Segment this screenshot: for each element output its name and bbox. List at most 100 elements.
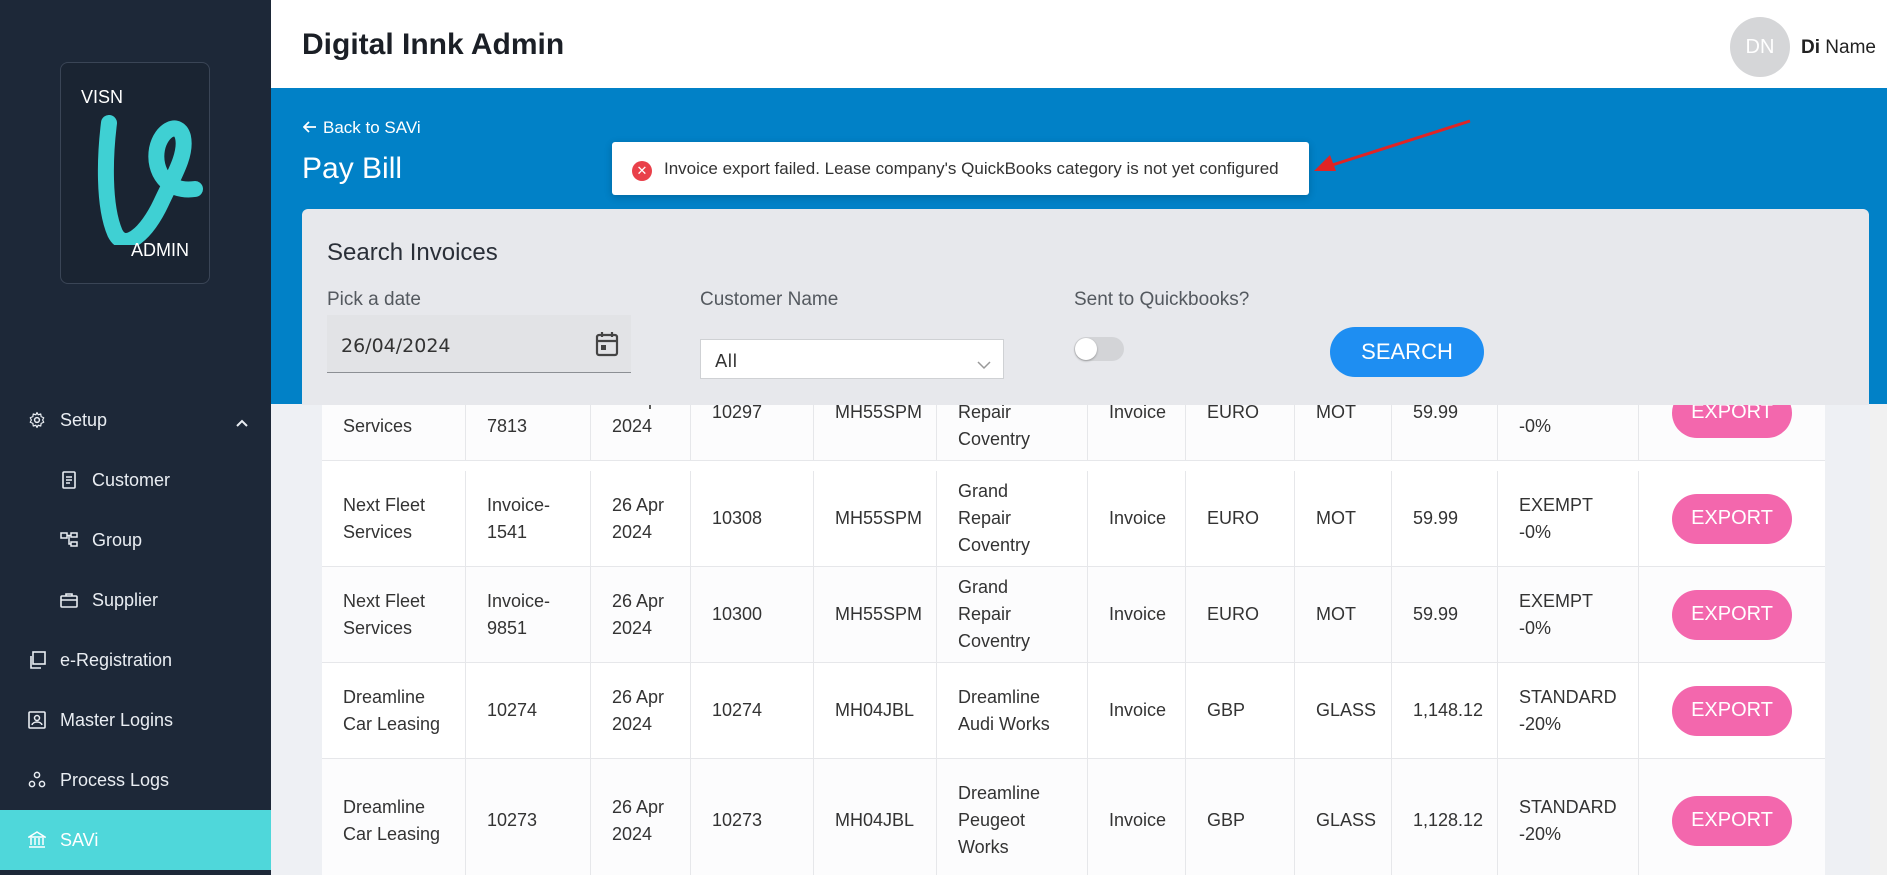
- cell-text: Grand Repair Coventry: [958, 577, 1031, 651]
- table-cell-customer: Dreamline Car Leasing: [322, 759, 466, 875]
- table-cell-type: Invoice: [1088, 567, 1186, 662]
- table-cell-supplier: Grand Repair Coventry: [937, 471, 1088, 566]
- sidebar-item-process-logs[interactable]: Process Logs: [0, 750, 271, 810]
- sent-to-quickbooks-toggle[interactable]: [1074, 337, 1124, 361]
- cell-text: 10274: [487, 700, 538, 720]
- table-row: Dreamline Car Leasing 10274 26 Apr 2024 102…: [322, 663, 1825, 759]
- cell-text: Invoice-1541: [487, 494, 551, 542]
- cell-text: Dreamline Audi Works: [958, 686, 1050, 734]
- chevron-down-icon: [977, 354, 991, 375]
- sidebar-item-savi[interactable]: SAVi: [0, 810, 271, 870]
- table-cell-currency: GBP: [1186, 759, 1295, 875]
- sidebar-item-master-logins[interactable]: Master Logins: [0, 690, 271, 750]
- table-cell-vat: EXEMPT -0%: [1498, 567, 1639, 662]
- table-cell-reg: MH55SPM: [814, 405, 937, 460]
- cell-text: 59.99: [1413, 604, 1459, 624]
- back-link-label: Back to SAVi: [323, 118, 421, 137]
- table-cell-invoice: 10273: [466, 759, 591, 875]
- table-cell-type: Invoice: [1088, 471, 1186, 566]
- sidebar-item-setup[interactable]: Setup: [0, 390, 271, 450]
- cell-text: STANDARD -20%: [1519, 796, 1617, 844]
- cell-text: MOT: [1316, 405, 1356, 422]
- sidebar-item-label: Master Logins: [60, 709, 174, 730]
- table-cell-action: EXPORT: [1639, 471, 1825, 566]
- sidebar-item-label: Setup: [60, 409, 108, 430]
- sidebar-item-label: SAVi: [60, 829, 99, 850]
- table-cell-category: MOT: [1295, 471, 1392, 566]
- sidebar-item-supplier[interactable]: Supplier: [0, 570, 271, 630]
- table-cell-amount: 1,148.12: [1392, 663, 1498, 758]
- table-cell-customer: Dreamline Car Leasing: [322, 663, 466, 758]
- table-cell-reg: MH55SPM: [814, 471, 937, 566]
- export-button[interactable]: EXPORT: [1672, 795, 1792, 846]
- hierarchy-icon: [60, 531, 78, 549]
- search-panel: Search Invoices Pick a date 26/04/2024 C…: [302, 209, 1869, 405]
- export-button[interactable]: EXPORT: [1672, 589, 1792, 640]
- cell-text: 1,148.12: [1413, 700, 1484, 720]
- table-row: Next Fleet Services Invoice-1541 26 Apr 20…: [322, 471, 1825, 567]
- sent-label: Sent to Quickbooks?: [1074, 289, 1250, 310]
- table-cell-currency: GBP: [1186, 663, 1295, 758]
- table-cell-reg: MH04JBL: [814, 663, 937, 758]
- sidebar-item-group[interactable]: Group: [0, 510, 271, 570]
- sidebar-item-partial[interactable]: S: [0, 870, 271, 875]
- cell-text: 26 Apr 2024: [612, 494, 665, 542]
- app-title: Digital Innk Admin: [302, 28, 565, 61]
- cell-text: 10274: [712, 700, 763, 720]
- table-cell-date: 26 Apr 2024: [591, 567, 691, 662]
- table-cell-category: MOT: [1295, 567, 1392, 662]
- table-cell-supplier: Dreamline Peugeot Works: [937, 759, 1088, 875]
- back-link[interactable]: Back to SAVi: [302, 118, 421, 138]
- sidebar-item-e-registration[interactable]: e-Registration: [0, 630, 271, 690]
- table-cell-number: 10297: [691, 405, 814, 460]
- chevron-up-icon[interactable]: [235, 412, 249, 433]
- sidebar-item-label: Group: [92, 529, 143, 550]
- table-cell-category: MOT: [1295, 405, 1392, 460]
- user-name[interactable]: Di Name: [1801, 37, 1876, 59]
- table-cell-reg: MH55SPM: [814, 567, 937, 662]
- top-header: Digital Innk Admin DN Di Name: [271, 0, 1887, 88]
- table-cell-reg: MH04JBL: [814, 759, 937, 875]
- customer-label: Customer Name: [700, 289, 839, 310]
- table-cell-customer: Next Fleet Services: [322, 567, 466, 662]
- table-row: Dreamline Car Leasing 10273 26 Apr 2024 102…: [322, 759, 1825, 875]
- table-cell-number: 10273: [691, 759, 814, 875]
- toggle-knob: [1075, 338, 1097, 360]
- login-card-icon: [28, 711, 46, 729]
- customer-select-value: All: [715, 351, 738, 372]
- export-button[interactable]: EXPORT: [1672, 685, 1792, 736]
- cell-text: Invoice-9851: [487, 590, 551, 638]
- cell-text: Next Fleet Services: [343, 590, 426, 638]
- export-button[interactable]: EXPORT: [1672, 405, 1792, 438]
- table-cell-invoice: 10274: [466, 663, 591, 758]
- avatar[interactable]: DN: [1730, 17, 1790, 77]
- cell-text: Next Fleet Services: [343, 405, 425, 436]
- export-button[interactable]: EXPORT: [1672, 493, 1792, 544]
- table-cell-vat: EXEMPT -0%: [1498, 405, 1639, 460]
- table-cell-invoice: Invoice-7813: [466, 405, 591, 460]
- date-picker-input[interactable]: 26/04/2024: [327, 315, 631, 373]
- bank-icon: [28, 831, 46, 849]
- briefcase-icon: [60, 591, 78, 609]
- table-cell-type: Invoice: [1088, 663, 1186, 758]
- table-cell-customer: Next Fleet Services: [322, 405, 466, 460]
- cell-text: Next Fleet Services: [343, 494, 426, 542]
- sidebar-item-customer[interactable]: Customer: [0, 450, 271, 510]
- table-cell-date: 26 Apr 2024: [591, 663, 691, 758]
- cell-text: MH04JBL: [835, 810, 915, 830]
- table-cell-currency: EURO: [1186, 567, 1295, 662]
- table-cell-vat: EXEMPT -0%: [1498, 471, 1639, 566]
- search-button[interactable]: SEARCH: [1330, 327, 1484, 377]
- cell-text: EURO: [1207, 405, 1260, 422]
- scrollbar[interactable]: [1870, 405, 1887, 875]
- cell-text: 26 Apr 2024: [612, 686, 665, 734]
- cell-text: 10273: [712, 810, 763, 830]
- cell-text: EXEMPT -0%: [1519, 405, 1593, 436]
- logo[interactable]: VISN ADMIN: [60, 62, 210, 284]
- customer-select[interactable]: All: [700, 339, 1004, 379]
- calendar-icon[interactable]: [595, 331, 619, 357]
- table-cell-date: 26 Apr 2024: [591, 405, 691, 460]
- cell-text: Invoice: [1109, 604, 1167, 624]
- cell-text: 10273: [487, 810, 538, 830]
- cell-text: 59.99: [1413, 508, 1459, 528]
